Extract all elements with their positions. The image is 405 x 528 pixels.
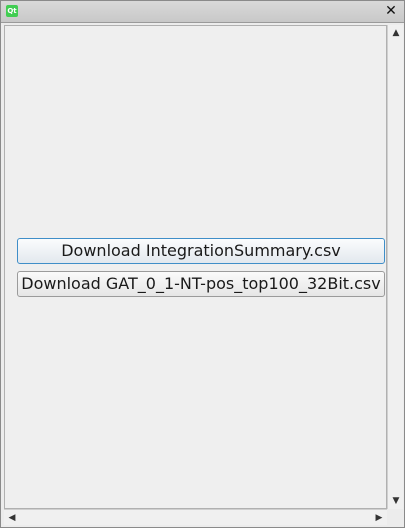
scroll-right-icon[interactable]: ▶ xyxy=(371,510,387,526)
qt-logo-icon: Qt xyxy=(6,5,18,17)
scroll-area: Download IntegrationSummary.csv Download… xyxy=(4,25,387,509)
scroll-up-icon[interactable]: ▲ xyxy=(388,25,404,41)
app-window: Qt ✕ Download IntegrationSummary.csv Dow… xyxy=(0,0,405,528)
vertical-scrollbar[interactable]: ▲ ▼ xyxy=(387,25,403,509)
download-gat-csv-button[interactable]: Download GAT_0_1-NT-pos_top100_32Bit.csv xyxy=(17,271,385,297)
title-bar: Qt ✕ xyxy=(1,1,404,23)
download-integration-summary-button[interactable]: Download IntegrationSummary.csv xyxy=(17,238,385,264)
horizontal-scrollbar[interactable]: ◀ ▶ xyxy=(4,509,387,525)
scrollbar-corner xyxy=(387,509,403,525)
scroll-down-icon[interactable]: ▼ xyxy=(388,493,404,509)
scroll-left-icon[interactable]: ◀ xyxy=(4,510,20,526)
close-icon[interactable]: ✕ xyxy=(384,3,398,19)
